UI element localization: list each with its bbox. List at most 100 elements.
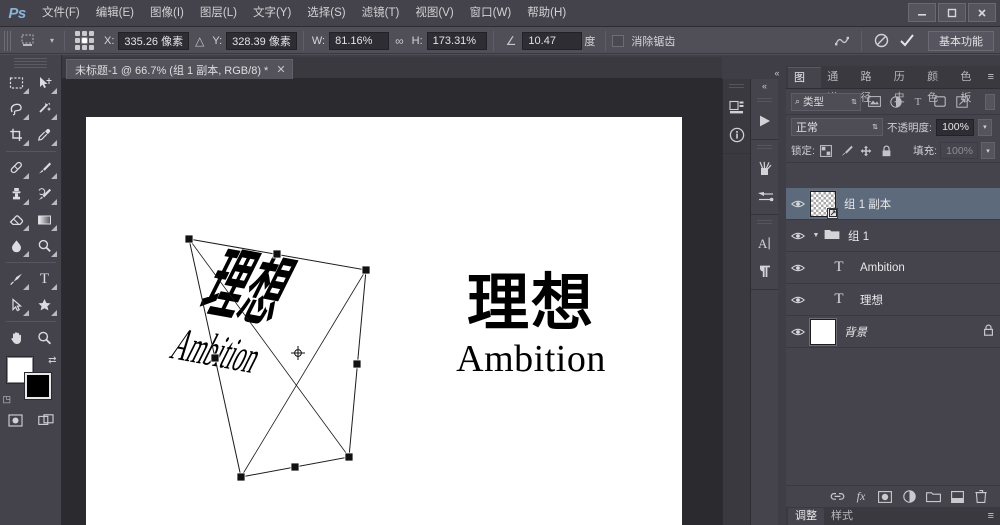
menu-view[interactable]: 视图(V)	[407, 0, 461, 27]
artwork-transformed[interactable]: 理想 Ambition	[164, 234, 411, 485]
layer-style-button[interactable]: fx	[850, 487, 872, 507]
close-icon[interactable]: ✕	[276, 63, 285, 76]
tool-preset-picker[interactable]	[14, 30, 44, 52]
table-row[interactable]: T 理想	[786, 284, 1000, 316]
blend-mode-select[interactable]: 正常 ⇅	[791, 118, 883, 136]
dodge-tool[interactable]	[31, 233, 59, 259]
delete-layer-button[interactable]	[970, 487, 992, 507]
menu-filter[interactable]: 滤镜(T)	[354, 0, 408, 27]
filter-pixel-icon[interactable]	[865, 93, 883, 111]
tab-color[interactable]: 颜色	[921, 67, 954, 104]
dock-grip-4[interactable]	[757, 220, 772, 226]
marquee-tool[interactable]	[3, 70, 31, 96]
canvas-area[interactable]: 理想 Ambition 理想 Ambition	[62, 79, 722, 525]
history-brush-tool[interactable]	[31, 181, 59, 207]
path-selection-tool[interactable]	[3, 292, 31, 318]
dock-grip-1[interactable]	[729, 84, 744, 90]
close-button[interactable]	[968, 3, 996, 22]
timeline-icon[interactable]	[751, 107, 779, 135]
filter-shape-icon[interactable]	[931, 93, 949, 111]
table-row[interactable]: T Ambition	[786, 252, 1000, 284]
dock-grip-2[interactable]	[757, 98, 772, 104]
layer-name[interactable]: 背景	[844, 324, 867, 340]
height-input[interactable]: 173.31%	[426, 31, 487, 50]
antialias-checkbox[interactable]	[612, 34, 625, 47]
filter-kind-select[interactable]: ⌕ 类型 ⇅	[791, 92, 861, 111]
options-bar-grip[interactable]	[4, 30, 11, 51]
filter-adjustment-icon[interactable]	[887, 93, 905, 111]
panel-collapse-icon[interactable]: «	[768, 66, 786, 80]
type-tool[interactable]: T	[31, 266, 59, 292]
brush-tool[interactable]	[31, 155, 59, 181]
screen-mode-icon[interactable]	[35, 411, 57, 429]
eyedropper-tool[interactable]	[31, 122, 59, 148]
link-layers-button[interactable]	[826, 487, 848, 507]
layer-thumbnail[interactable]	[810, 190, 838, 219]
lock-position-icon[interactable]	[858, 142, 875, 159]
reference-point-grid[interactable]	[75, 31, 94, 50]
tab-layers[interactable]: 图层	[788, 67, 822, 105]
adjustment-layer-button[interactable]	[898, 487, 920, 507]
blur-tool[interactable]	[3, 233, 31, 259]
link-aspect-icon[interactable]: ∞	[395, 34, 404, 48]
menu-help[interactable]: 帮助(H)	[519, 0, 574, 27]
chevron-down-icon[interactable]: ▼	[810, 232, 822, 239]
tab-paths[interactable]: 路径	[855, 67, 888, 104]
move-tool[interactable]	[31, 70, 59, 96]
eraser-tool[interactable]	[3, 207, 31, 233]
angle-input[interactable]: 10.47	[522, 31, 583, 50]
filter-type-icon[interactable]: T	[909, 93, 927, 111]
free-transform-box[interactable]	[181, 234, 411, 485]
healing-brush-tool[interactable]	[3, 155, 31, 181]
warp-mode-icon[interactable]	[829, 30, 855, 52]
document-canvas[interactable]: 理想 Ambition 理想 Ambition	[86, 117, 682, 525]
maximize-button[interactable]	[938, 3, 966, 22]
width-input[interactable]: 81.16%	[329, 31, 390, 50]
magic-wand-tool[interactable]	[31, 96, 59, 122]
menu-window[interactable]: 窗口(W)	[462, 0, 520, 27]
opacity-chevron-down-icon[interactable]: ▾	[977, 118, 992, 136]
table-row[interactable]: ▼ 组 1	[786, 220, 1000, 252]
table-row[interactable]: 组 1 副本	[786, 188, 1000, 220]
crop-tool[interactable]	[3, 122, 31, 148]
tab-swatches[interactable]: 色板	[954, 67, 987, 104]
menu-image[interactable]: 图像(I)	[142, 0, 192, 27]
layer-visibility-icon[interactable]	[786, 199, 810, 209]
paragraph-icon[interactable]	[751, 257, 779, 285]
lock-transparency-icon[interactable]	[818, 142, 835, 159]
layer-name[interactable]: 理想	[860, 292, 883, 308]
tab-channels[interactable]: 通道	[821, 67, 854, 104]
hand-tool[interactable]	[3, 325, 31, 351]
menu-file[interactable]: 文件(F)	[34, 0, 88, 27]
layer-name[interactable]: 组 1	[848, 228, 869, 244]
workspace-selector[interactable]: 基本功能	[928, 30, 994, 51]
new-group-button[interactable]	[922, 487, 944, 507]
swap-colors-icon[interactable]: ⇄	[48, 355, 56, 366]
background-color-swatch[interactable]	[24, 373, 51, 399]
shape-tool[interactable]	[31, 292, 59, 318]
lock-image-icon[interactable]	[838, 142, 855, 159]
layer-visibility-icon[interactable]	[786, 327, 810, 337]
layer-thumbnail[interactable]	[810, 318, 836, 345]
fill-input[interactable]: 100%	[940, 142, 978, 159]
tab-styles[interactable]: 样式	[824, 508, 860, 525]
mini-bridge-icon[interactable]	[723, 93, 751, 121]
opacity-input[interactable]: 100%	[935, 118, 974, 136]
reset-colors-icon[interactable]: ◳	[3, 394, 12, 405]
new-layer-button[interactable]	[946, 487, 968, 507]
filter-toggle-switch[interactable]	[985, 93, 995, 110]
table-row[interactable]: 背景	[786, 316, 1000, 348]
lasso-tool[interactable]	[3, 96, 31, 122]
filter-smartobject-icon[interactable]	[953, 93, 971, 111]
brush-icon[interactable]	[751, 154, 779, 182]
document-tab[interactable]: 未标题-1 @ 66.7% (组 1 副本, RGB/8) * ✕	[66, 59, 293, 79]
dock-grip-3[interactable]	[757, 145, 772, 151]
collapse-panels-icon[interactable]: «	[751, 79, 778, 93]
quick-mask-icon[interactable]	[5, 411, 27, 429]
layer-mask-button[interactable]	[874, 487, 896, 507]
tab-adjustments[interactable]: 调整	[788, 508, 824, 525]
lock-all-icon[interactable]	[878, 142, 895, 159]
info-icon[interactable]	[723, 121, 751, 149]
clone-stamp-tool[interactable]	[3, 181, 31, 207]
pen-tool[interactable]	[3, 266, 31, 292]
